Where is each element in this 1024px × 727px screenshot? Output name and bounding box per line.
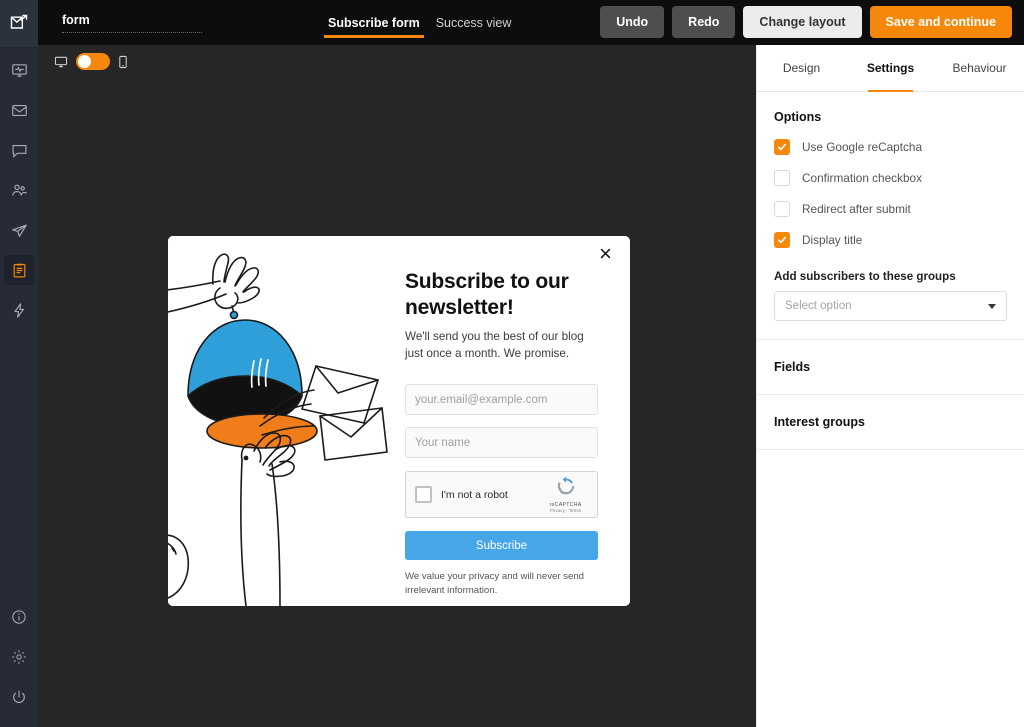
options-title: Options (774, 110, 1007, 124)
change-layout-button[interactable]: Change layout (743, 6, 861, 38)
recaptcha-widget[interactable]: I'm not a robot reCAPTCHA Privacy - Term… (405, 471, 598, 518)
recaptcha-icon (556, 476, 576, 496)
toolbar-actions: Undo Redo Change layout Save and continu… (600, 6, 1012, 38)
envelope-icon (11, 102, 28, 119)
tab-success-view[interactable]: Success view (428, 0, 520, 45)
top-toolbar: Subscribe form Success view Undo Redo Ch… (38, 0, 1024, 45)
forms-icon (11, 262, 28, 279)
sidebar-item-settings[interactable] (4, 642, 34, 672)
app-root: Subscribe form Success view Undo Redo Ch… (0, 0, 1024, 727)
device-toggle-switch[interactable] (76, 53, 110, 70)
name-field[interactable] (405, 427, 598, 458)
option-use-google-recaptcha[interactable]: Use Google reCaptcha (774, 139, 1007, 155)
email-field[interactable] (405, 384, 598, 415)
sidebar-item-subscribers[interactable] (4, 175, 34, 205)
close-x-icon (600, 248, 611, 259)
editor-canvas: Subscribe to our newsletter! We'll send … (38, 45, 756, 727)
sidebar-item-help[interactable] (4, 602, 34, 632)
envelope-arrow-logo-icon (9, 13, 29, 33)
tab-behaviour[interactable]: Behaviour (935, 45, 1024, 91)
checkbox-use-google-recaptcha[interactable] (774, 139, 790, 155)
option-label: Redirect after submit (802, 202, 911, 216)
option-display-title[interactable]: Display title (774, 232, 1007, 248)
sidebar-item-forms[interactable] (4, 255, 34, 285)
left-nav-rail (0, 0, 38, 727)
checkbox-display-title[interactable] (774, 232, 790, 248)
sidebar-item-integrations[interactable] (4, 295, 34, 325)
lightning-icon (11, 302, 28, 319)
sidebar-item-logout[interactable] (4, 682, 34, 712)
check-icon (777, 142, 787, 152)
fields-title: Fields (774, 360, 1007, 374)
privacy-note: We value your privacy and will never sen… (405, 570, 591, 598)
toggle-knob (78, 55, 91, 68)
redo-button[interactable]: Redo (672, 6, 735, 38)
fields-section[interactable]: Fields (757, 340, 1024, 395)
undo-button[interactable]: Undo (600, 6, 664, 38)
tab-settings-label: Settings (867, 61, 914, 75)
tab-settings[interactable]: Settings (846, 45, 935, 91)
form-name-field-wrap[interactable] (62, 13, 202, 33)
form-illustration (168, 236, 388, 606)
tab-subscribe-form[interactable]: Subscribe form (320, 0, 428, 45)
subscribe-button[interactable]: Subscribe (405, 531, 598, 560)
checkbox-redirect-after-submit[interactable] (774, 201, 790, 217)
sidebar-item-dashboard[interactable] (4, 55, 34, 85)
rail-bottom-items (4, 597, 34, 717)
groups-label: Add subscribers to these groups (774, 270, 1007, 283)
recaptcha-checkbox[interactable] (415, 486, 432, 503)
sidebar-item-automation[interactable] (4, 215, 34, 245)
mobile-icon[interactable] (118, 55, 128, 69)
checkbox-confirmation-checkbox[interactable] (774, 170, 790, 186)
tab-subscribe-form-label: Subscribe form (328, 16, 420, 30)
form-content: Subscribe to our newsletter! We'll send … (388, 236, 630, 606)
interest-groups-section[interactable]: Interest groups (757, 395, 1024, 450)
close-icon[interactable] (596, 244, 614, 262)
subscribers-icon (11, 182, 28, 199)
rail-primary-items (4, 50, 34, 330)
info-icon (11, 609, 27, 625)
view-tabs: Subscribe form Success view (320, 0, 519, 45)
tab-behaviour-label: Behaviour (952, 61, 1006, 75)
option-label: Display title (802, 233, 862, 247)
groups-select[interactable]: Select option (774, 291, 1007, 321)
recaptcha-branding: reCAPTCHA Privacy - Terms (543, 476, 588, 513)
app-logo[interactable] (0, 0, 38, 45)
settings-panel: Design Settings Behaviour Options Use Go… (756, 45, 1024, 727)
device-toggle (54, 53, 128, 70)
check-icon (777, 235, 787, 245)
option-redirect-after-submit[interactable]: Redirect after submit (774, 201, 1007, 217)
option-label: Use Google reCaptcha (802, 140, 922, 154)
save-and-continue-button[interactable]: Save and continue (870, 6, 1012, 38)
desktop-icon[interactable] (54, 55, 68, 69)
form-subtitle: We'll send you the best of our blog just… (405, 329, 600, 362)
option-confirmation-checkbox[interactable]: Confirmation checkbox (774, 170, 1007, 186)
option-label: Confirmation checkbox (802, 171, 922, 185)
tab-design[interactable]: Design (757, 45, 846, 91)
paper-plane-icon (11, 222, 28, 239)
form-title: Subscribe to our newsletter! (405, 269, 600, 320)
chevron-down-icon (988, 304, 996, 309)
tab-success-view-label: Success view (436, 16, 512, 30)
tab-design-label: Design (783, 61, 820, 75)
groups-select-placeholder: Select option (785, 300, 988, 312)
sidebar-item-messages[interactable] (4, 135, 34, 165)
recaptcha-label: I'm not a robot (441, 489, 543, 501)
chat-icon (11, 142, 28, 159)
power-icon (11, 689, 27, 705)
sidebar-item-campaigns[interactable] (4, 95, 34, 125)
interest-groups-title: Interest groups (774, 415, 1007, 429)
dashboard-icon (11, 62, 28, 79)
rail-divider (0, 45, 38, 46)
hand-lifting-cloche-with-envelopes-icon (168, 236, 388, 606)
options-section: Options Use Google reCaptcha Confirmatio… (757, 92, 1024, 340)
form-name-input[interactable] (62, 13, 236, 27)
panel-tabs: Design Settings Behaviour (757, 45, 1024, 92)
subscribe-form-preview[interactable]: Subscribe to our newsletter! We'll send … (168, 236, 630, 606)
recaptcha-legal-links: Privacy - Terms (543, 508, 588, 513)
gear-icon (11, 649, 27, 665)
